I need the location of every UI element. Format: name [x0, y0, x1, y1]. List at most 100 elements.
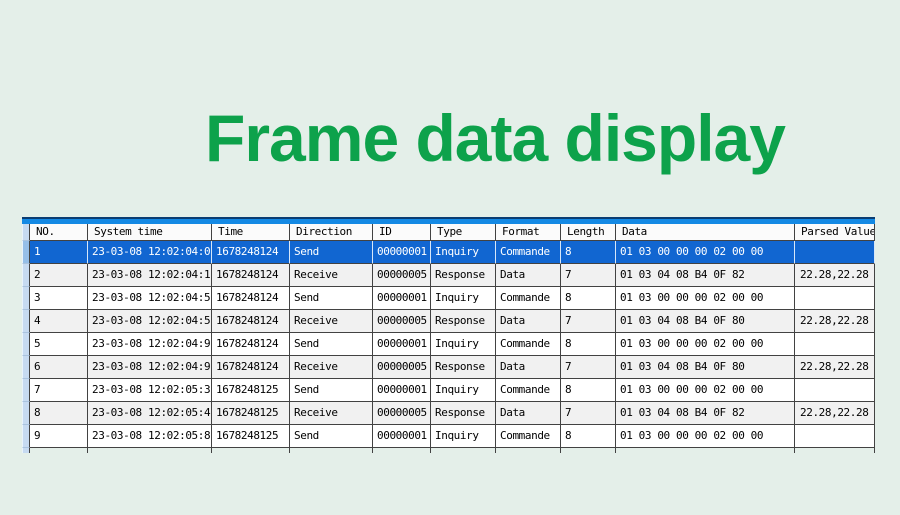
cell-direction[interactable]: Receive — [290, 356, 373, 379]
cell-length[interactable]: 8 — [561, 241, 616, 264]
row-selector-gutter[interactable] — [22, 379, 30, 402]
cell-type[interactable]: Inquiry — [431, 425, 496, 448]
row-selector-gutter[interactable] — [22, 402, 30, 425]
cell-parsed[interactable] — [795, 333, 875, 356]
column-header-parsed-value[interactable]: Parsed Value — [795, 224, 875, 241]
cell-direction[interactable]: Send — [290, 425, 373, 448]
cell-id[interactable]: 00000005 — [373, 356, 431, 379]
cell-no[interactable]: 5 — [30, 333, 88, 356]
cell-length[interactable]: 7 — [561, 356, 616, 379]
cell-type[interactable]: Inquiry — [431, 379, 496, 402]
cell-format[interactable]: Data — [496, 264, 561, 287]
column-header-direction[interactable]: Direction — [290, 224, 373, 241]
cell-time[interactable]: 1678248124 — [212, 264, 290, 287]
cell-data[interactable]: 01 03 04 08 B4 0F 80 — [616, 310, 795, 333]
row-selector-gutter[interactable] — [22, 241, 30, 264]
cell-data[interactable]: 01 03 04 08 B4 0F 82 — [616, 264, 795, 287]
cell-time[interactable]: 1678248125 — [212, 425, 290, 448]
cell-format[interactable]: Commande — [496, 241, 561, 264]
cell-time[interactable]: 1678248124 — [212, 241, 290, 264]
cell-system_time[interactable]: 23-03-08 12:02:04:9 — [88, 333, 212, 356]
table-row[interactable]: 123-03-08 12:02:04:01678248124Send000000… — [22, 241, 875, 264]
row-selector-gutter[interactable] — [22, 264, 30, 287]
cell-system_time[interactable]: 23-03-08 12:02:04:5 — [88, 287, 212, 310]
table-row[interactable]: 823-03-08 12:02:05:41678248125Receive000… — [22, 402, 875, 425]
cell-system_time[interactable]: 23-03-08 12:02:04:0 — [88, 241, 212, 264]
cell-time[interactable]: 1678248125 — [212, 402, 290, 425]
cell-type[interactable]: Inquiry — [431, 333, 496, 356]
cell-data[interactable]: 01 03 04 08 B4 0F 80 — [616, 356, 795, 379]
cell-id[interactable]: 00000001 — [373, 425, 431, 448]
cell-format[interactable]: Commande — [496, 379, 561, 402]
column-header-format[interactable]: Format — [496, 224, 561, 241]
cell-system_time[interactable]: 23-03-08 12:02:04:5 — [88, 310, 212, 333]
cell-format[interactable]: Data — [496, 402, 561, 425]
cell-data[interactable]: 01 03 00 00 00 02 00 00 — [616, 379, 795, 402]
cell-type[interactable]: Response — [431, 402, 496, 425]
column-header-time[interactable]: Time — [212, 224, 290, 241]
cell-parsed[interactable] — [795, 425, 875, 448]
cell-id[interactable]: 00000001 — [373, 379, 431, 402]
table-row[interactable]: 923-03-08 12:02:05:81678248125Send000000… — [22, 425, 875, 448]
cell-length[interactable]: 7 — [561, 402, 616, 425]
cell-no[interactable]: 3 — [30, 287, 88, 310]
cell-id[interactable]: 00000001 — [373, 241, 431, 264]
cell-id[interactable]: 00000005 — [373, 402, 431, 425]
column-header-system-time[interactable]: System time — [88, 224, 212, 241]
table-row[interactable]: 223-03-08 12:02:04:11678248124Receive000… — [22, 264, 875, 287]
row-selector-gutter[interactable] — [22, 356, 30, 379]
table-row[interactable]: 723-03-08 12:02:05:31678248125Send000000… — [22, 379, 875, 402]
cell-parsed[interactable] — [795, 379, 875, 402]
cell-format[interactable]: Data — [496, 310, 561, 333]
cell-data[interactable]: 01 03 00 00 00 02 00 00 — [616, 287, 795, 310]
cell-id[interactable]: 00000001 — [373, 287, 431, 310]
cell-parsed[interactable]: 22.28,22.28 — [795, 264, 875, 287]
cell-system_time[interactable]: 23-03-08 12:02:04:9 — [88, 356, 212, 379]
cell-direction[interactable]: Send — [290, 333, 373, 356]
cell-id[interactable]: 00000005 — [373, 310, 431, 333]
cell-time[interactable]: 1678248125 — [212, 379, 290, 402]
cell-data[interactable]: 01 03 00 00 00 02 00 00 — [616, 425, 795, 448]
cell-type[interactable]: Inquiry — [431, 241, 496, 264]
cell-type[interactable]: Response — [431, 264, 496, 287]
cell-system_time[interactable]: 23-03-08 12:02:05:3 — [88, 379, 212, 402]
row-selector-gutter[interactable] — [22, 425, 30, 448]
table-row[interactable]: 423-03-08 12:02:04:51678248124Receive000… — [22, 310, 875, 333]
column-header-id[interactable]: ID — [373, 224, 431, 241]
cell-direction[interactable]: Send — [290, 241, 373, 264]
cell-direction[interactable]: Receive — [290, 310, 373, 333]
cell-direction[interactable]: Send — [290, 379, 373, 402]
cell-time[interactable]: 1678248124 — [212, 310, 290, 333]
cell-type[interactable]: Response — [431, 310, 496, 333]
cell-parsed[interactable]: 22.28,22.28 — [795, 356, 875, 379]
cell-system_time[interactable]: 23-03-08 12:02:05:4 — [88, 402, 212, 425]
cell-no[interactable]: 2 — [30, 264, 88, 287]
cell-data[interactable]: 01 03 04 08 B4 0F 82 — [616, 402, 795, 425]
cell-length[interactable]: 7 — [561, 264, 616, 287]
cell-no[interactable]: 1 — [30, 241, 88, 264]
cell-type[interactable]: Response — [431, 356, 496, 379]
cell-system_time[interactable]: 23-03-08 12:02:04:1 — [88, 264, 212, 287]
cell-no[interactable]: 7 — [30, 379, 88, 402]
cell-direction[interactable]: Send — [290, 287, 373, 310]
cell-format[interactable]: Data — [496, 356, 561, 379]
column-header-no[interactable]: NO. — [30, 224, 88, 241]
row-selector-gutter[interactable] — [22, 310, 30, 333]
cell-no[interactable]: 6 — [30, 356, 88, 379]
table-row[interactable]: 323-03-08 12:02:04:51678248124Send000000… — [22, 287, 875, 310]
cell-no[interactable]: 4 — [30, 310, 88, 333]
column-header-data[interactable]: Data — [616, 224, 795, 241]
cell-time[interactable]: 1678248124 — [212, 333, 290, 356]
column-header-type[interactable]: Type — [431, 224, 496, 241]
cell-format[interactable]: Commande — [496, 287, 561, 310]
cell-direction[interactable]: Receive — [290, 402, 373, 425]
cell-direction[interactable]: Receive — [290, 264, 373, 287]
cell-parsed[interactable] — [795, 241, 875, 264]
cell-length[interactable]: 8 — [561, 425, 616, 448]
cell-no[interactable]: 9 — [30, 425, 88, 448]
cell-format[interactable]: Commande — [496, 425, 561, 448]
row-selector-gutter[interactable] — [22, 333, 30, 356]
cell-parsed[interactable]: 22.28,22.28 — [795, 310, 875, 333]
table-row[interactable]: 623-03-08 12:02:04:91678248124Receive000… — [22, 356, 875, 379]
cell-time[interactable]: 1678248124 — [212, 356, 290, 379]
